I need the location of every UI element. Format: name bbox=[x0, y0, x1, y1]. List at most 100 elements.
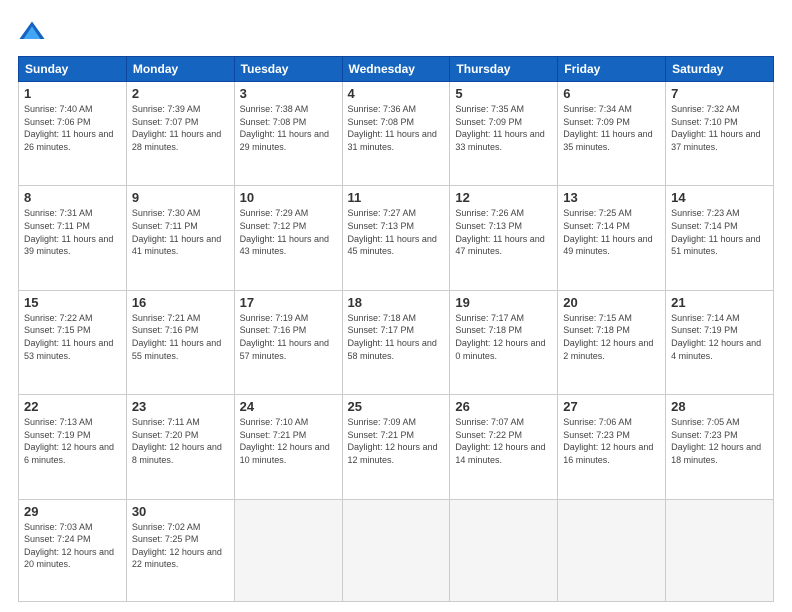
day-info: Sunrise: 7:40 AMSunset: 7:06 PMDaylight:… bbox=[24, 103, 121, 153]
day-info: Sunrise: 7:27 AMSunset: 7:13 PMDaylight:… bbox=[348, 207, 445, 257]
calendar-page: SundayMondayTuesdayWednesdayThursdayFrid… bbox=[0, 0, 792, 612]
day-number: 22 bbox=[24, 399, 121, 414]
day-number: 9 bbox=[132, 190, 229, 205]
calendar-cell: 15 Sunrise: 7:22 AMSunset: 7:15 PMDayligh… bbox=[19, 290, 127, 394]
day-number: 12 bbox=[455, 190, 552, 205]
calendar-cell: 26 Sunrise: 7:07 AMSunset: 7:22 PMDayligh… bbox=[450, 395, 558, 499]
day-number: 18 bbox=[348, 295, 445, 310]
weekday-wednesday: Wednesday bbox=[342, 57, 450, 82]
day-info: Sunrise: 7:18 AMSunset: 7:17 PMDaylight:… bbox=[348, 312, 445, 362]
calendar-cell: 17Sunrise: 7:19 AMSunset: 7:16 PMDayligh… bbox=[234, 290, 342, 394]
day-number: 3 bbox=[240, 86, 337, 101]
calendar-cell bbox=[234, 499, 342, 601]
day-number: 6 bbox=[563, 86, 660, 101]
calendar-cell: 16Sunrise: 7:21 AMSunset: 7:16 PMDayligh… bbox=[126, 290, 234, 394]
weekday-friday: Friday bbox=[558, 57, 666, 82]
day-info: Sunrise: 7:07 AMSunset: 7:22 PMDaylight:… bbox=[455, 416, 552, 466]
day-info: Sunrise: 7:11 AMSunset: 7:20 PMDaylight:… bbox=[132, 416, 229, 466]
day-number: 13 bbox=[563, 190, 660, 205]
calendar-cell: 1 Sunrise: 7:40 AMSunset: 7:06 PMDaylight… bbox=[19, 82, 127, 186]
calendar-body: 1 Sunrise: 7:40 AMSunset: 7:06 PMDaylight… bbox=[19, 82, 774, 602]
calendar-cell: 8 Sunrise: 7:31 AMSunset: 7:11 PMDaylight… bbox=[19, 186, 127, 290]
day-number: 5 bbox=[455, 86, 552, 101]
calendar-cell: 20 Sunrise: 7:15 AMSunset: 7:18 PMDayligh… bbox=[558, 290, 666, 394]
calendar-cell bbox=[450, 499, 558, 601]
day-number: 10 bbox=[240, 190, 337, 205]
day-number: 25 bbox=[348, 399, 445, 414]
day-number: 2 bbox=[132, 86, 229, 101]
calendar-cell: 3 Sunrise: 7:38 AMSunset: 7:08 PMDaylight… bbox=[234, 82, 342, 186]
weekday-thursday: Thursday bbox=[450, 57, 558, 82]
day-info: Sunrise: 7:39 AMSunset: 7:07 PMDaylight:… bbox=[132, 103, 229, 153]
day-info: Sunrise: 7:36 AMSunset: 7:08 PMDaylight:… bbox=[348, 103, 445, 153]
calendar-cell: 11 Sunrise: 7:27 AMSunset: 7:13 PMDayligh… bbox=[342, 186, 450, 290]
day-info: Sunrise: 7:17 AMSunset: 7:18 PMDaylight:… bbox=[455, 312, 552, 362]
day-info: Sunrise: 7:02 AMSunset: 7:25 PMDaylight:… bbox=[132, 521, 229, 571]
day-info: Sunrise: 7:09 AMSunset: 7:21 PMDaylight:… bbox=[348, 416, 445, 466]
calendar-cell: 2 Sunrise: 7:39 AMSunset: 7:07 PMDaylight… bbox=[126, 82, 234, 186]
day-number: 19 bbox=[455, 295, 552, 310]
calendar-cell: 30 Sunrise: 7:02 AMSunset: 7:25 PMDayligh… bbox=[126, 499, 234, 601]
day-info: Sunrise: 7:35 AMSunset: 7:09 PMDaylight:… bbox=[455, 103, 552, 153]
calendar-cell: 29 Sunrise: 7:03 AMSunset: 7:24 PMDayligh… bbox=[19, 499, 127, 601]
calendar-cell: 6 Sunrise: 7:34 AMSunset: 7:09 PMDaylight… bbox=[558, 82, 666, 186]
logo bbox=[18, 18, 50, 46]
day-info: Sunrise: 7:05 AMSunset: 7:23 PMDaylight:… bbox=[671, 416, 768, 466]
calendar-week-5: 29 Sunrise: 7:03 AMSunset: 7:24 PMDayligh… bbox=[19, 499, 774, 601]
day-number: 23 bbox=[132, 399, 229, 414]
calendar-cell: 12 Sunrise: 7:26 AMSunset: 7:13 PMDayligh… bbox=[450, 186, 558, 290]
day-info: Sunrise: 7:13 AMSunset: 7:19 PMDaylight:… bbox=[24, 416, 121, 466]
day-number: 8 bbox=[24, 190, 121, 205]
day-info: Sunrise: 7:14 AMSunset: 7:19 PMDaylight:… bbox=[671, 312, 768, 362]
day-number: 1 bbox=[24, 86, 121, 101]
calendar-cell: 5 Sunrise: 7:35 AMSunset: 7:09 PMDaylight… bbox=[450, 82, 558, 186]
calendar-cell: 23 Sunrise: 7:11 AMSunset: 7:20 PMDayligh… bbox=[126, 395, 234, 499]
calendar-week-4: 22 Sunrise: 7:13 AMSunset: 7:19 PMDayligh… bbox=[19, 395, 774, 499]
header bbox=[18, 18, 774, 46]
weekday-header-row: SundayMondayTuesdayWednesdayThursdayFrid… bbox=[19, 57, 774, 82]
calendar-cell: 13 Sunrise: 7:25 AMSunset: 7:14 PMDayligh… bbox=[558, 186, 666, 290]
day-number: 30 bbox=[132, 504, 229, 519]
day-info: Sunrise: 7:22 AMSunset: 7:15 PMDaylight:… bbox=[24, 312, 121, 362]
calendar-week-1: 1 Sunrise: 7:40 AMSunset: 7:06 PMDaylight… bbox=[19, 82, 774, 186]
calendar-cell: 7Sunrise: 7:32 AMSunset: 7:10 PMDaylight… bbox=[666, 82, 774, 186]
calendar-cell bbox=[558, 499, 666, 601]
calendar-cell bbox=[666, 499, 774, 601]
day-info: Sunrise: 7:23 AMSunset: 7:14 PMDaylight:… bbox=[671, 207, 768, 257]
day-info: Sunrise: 7:32 AMSunset: 7:10 PMDaylight:… bbox=[671, 103, 768, 153]
day-number: 21 bbox=[671, 295, 768, 310]
weekday-sunday: Sunday bbox=[19, 57, 127, 82]
day-info: Sunrise: 7:34 AMSunset: 7:09 PMDaylight:… bbox=[563, 103, 660, 153]
weekday-monday: Monday bbox=[126, 57, 234, 82]
weekday-tuesday: Tuesday bbox=[234, 57, 342, 82]
day-number: 17 bbox=[240, 295, 337, 310]
day-number: 24 bbox=[240, 399, 337, 414]
logo-icon bbox=[18, 18, 46, 46]
day-number: 27 bbox=[563, 399, 660, 414]
day-info: Sunrise: 7:31 AMSunset: 7:11 PMDaylight:… bbox=[24, 207, 121, 257]
calendar-cell: 14Sunrise: 7:23 AMSunset: 7:14 PMDayligh… bbox=[666, 186, 774, 290]
day-info: Sunrise: 7:25 AMSunset: 7:14 PMDaylight:… bbox=[563, 207, 660, 257]
day-info: Sunrise: 7:03 AMSunset: 7:24 PMDaylight:… bbox=[24, 521, 121, 571]
day-number: 28 bbox=[671, 399, 768, 414]
calendar-cell: 10Sunrise: 7:29 AMSunset: 7:12 PMDayligh… bbox=[234, 186, 342, 290]
day-info: Sunrise: 7:38 AMSunset: 7:08 PMDaylight:… bbox=[240, 103, 337, 153]
day-number: 26 bbox=[455, 399, 552, 414]
day-number: 11 bbox=[348, 190, 445, 205]
calendar-cell: 28 Sunrise: 7:05 AMSunset: 7:23 PMDayligh… bbox=[666, 395, 774, 499]
day-info: Sunrise: 7:10 AMSunset: 7:21 PMDaylight:… bbox=[240, 416, 337, 466]
day-info: Sunrise: 7:06 AMSunset: 7:23 PMDaylight:… bbox=[563, 416, 660, 466]
calendar-cell: 22 Sunrise: 7:13 AMSunset: 7:19 PMDayligh… bbox=[19, 395, 127, 499]
day-number: 4 bbox=[348, 86, 445, 101]
day-number: 15 bbox=[24, 295, 121, 310]
day-number: 29 bbox=[24, 504, 121, 519]
weekday-saturday: Saturday bbox=[666, 57, 774, 82]
day-number: 20 bbox=[563, 295, 660, 310]
day-info: Sunrise: 7:15 AMSunset: 7:18 PMDaylight:… bbox=[563, 312, 660, 362]
calendar-cell: 27 Sunrise: 7:06 AMSunset: 7:23 PMDayligh… bbox=[558, 395, 666, 499]
day-info: Sunrise: 7:30 AMSunset: 7:11 PMDaylight:… bbox=[132, 207, 229, 257]
calendar-cell: 4 Sunrise: 7:36 AMSunset: 7:08 PMDaylight… bbox=[342, 82, 450, 186]
calendar-week-3: 15 Sunrise: 7:22 AMSunset: 7:15 PMDayligh… bbox=[19, 290, 774, 394]
day-info: Sunrise: 7:26 AMSunset: 7:13 PMDaylight:… bbox=[455, 207, 552, 257]
calendar-week-2: 8 Sunrise: 7:31 AMSunset: 7:11 PMDaylight… bbox=[19, 186, 774, 290]
